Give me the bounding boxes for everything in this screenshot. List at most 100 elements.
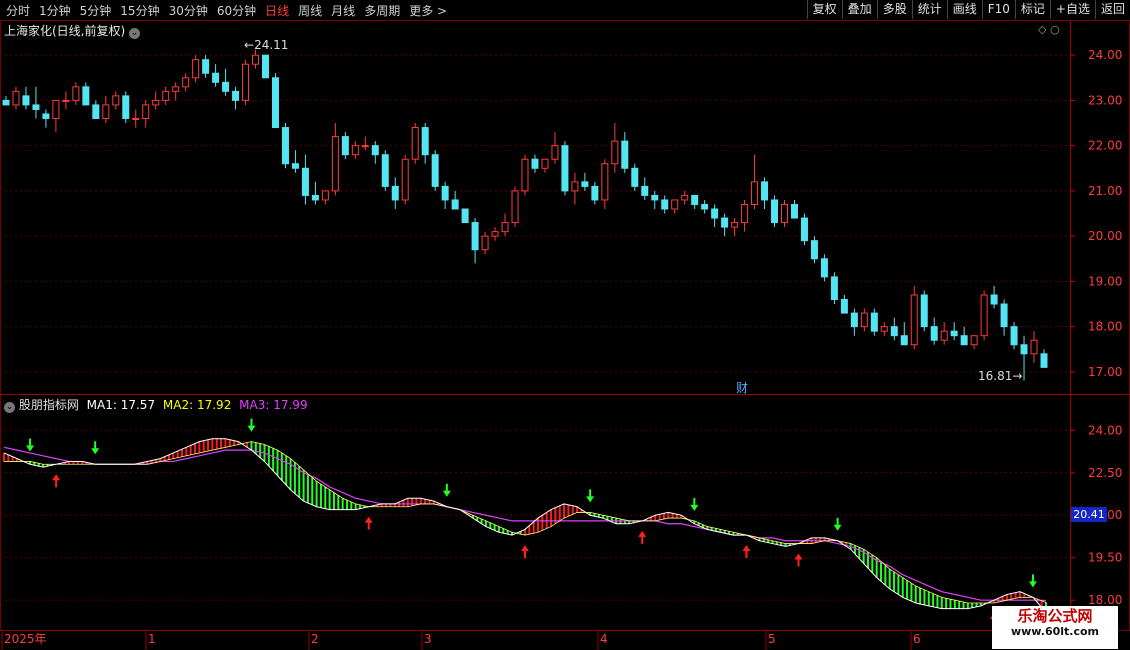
candle-body[interactable] [102,104,110,120]
candle-body[interactable] [331,136,339,192]
candle-body[interactable] [820,258,828,278]
candle-body[interactable] [202,59,210,74]
candle-body[interactable] [771,199,779,224]
candle-body[interactable] [281,127,289,165]
chevron-down-icon[interactable]: ⌄ [4,402,15,413]
candle-body[interactable] [751,181,759,205]
candle-body[interactable] [2,99,10,106]
candle-body[interactable] [461,208,469,224]
candle-body[interactable] [491,231,499,237]
candle-body[interactable] [391,185,399,201]
candle-body[interactable] [92,104,100,120]
candle-body[interactable] [521,158,529,192]
candle-body[interactable] [681,194,689,201]
candle-body[interactable] [501,222,509,233]
candle-body[interactable] [421,127,429,156]
diamond-icon[interactable]: ◇ [1038,23,1046,36]
candle-body[interactable] [990,294,998,305]
candle-body[interactable] [22,95,30,106]
candle-body[interactable] [12,90,20,106]
candle-body[interactable] [980,294,988,337]
candle-body[interactable] [62,99,70,102]
candle-body[interactable] [541,158,549,169]
candle-body[interactable] [810,240,818,260]
candle-body[interactable] [651,194,659,201]
candle-body[interactable] [701,203,709,210]
candle-body[interactable] [671,199,679,210]
candle-body[interactable] [661,199,669,210]
candle-body[interactable] [321,190,329,201]
candle-body[interactable] [1030,339,1038,355]
candle-body[interactable] [52,99,60,120]
panel-controls[interactable]: ◇ ○ [1038,23,1060,36]
candle-body[interactable] [781,203,788,224]
candle-body[interactable] [301,167,309,196]
candle-body[interactable] [172,86,180,92]
candle-body[interactable] [72,86,80,101]
candle-body[interactable] [531,158,539,169]
candle-body[interactable] [970,335,978,346]
candle-body[interactable] [371,145,379,156]
candle-body[interactable] [561,145,569,192]
candle-body[interactable] [591,185,599,201]
candle-body[interactable] [361,145,369,148]
candle-body[interactable] [601,163,609,201]
candle-body[interactable] [641,185,649,196]
candle-body[interactable] [870,312,878,332]
circle-icon[interactable]: ○ [1050,23,1060,36]
candle-body[interactable] [840,299,848,314]
candle-body[interactable] [82,86,90,106]
candle-body[interactable] [940,330,948,341]
candle-body[interactable] [880,326,888,332]
candle-body[interactable] [930,326,938,341]
candle-body[interactable] [122,95,130,119]
candle-body[interactable] [950,330,958,337]
candle-body[interactable] [711,208,719,219]
candle-body[interactable] [860,312,868,328]
chevron-down-icon[interactable]: ⌄ [129,28,141,39]
candle-body[interactable] [242,63,250,101]
candle-body[interactable] [182,77,190,88]
candle-body[interactable] [790,203,798,219]
candle-body[interactable] [271,77,279,129]
candle-body[interactable] [800,217,808,242]
candle-body[interactable] [1020,344,1028,355]
candle-body[interactable] [471,222,479,251]
stock-title[interactable]: 上海家化(日线,前复权) ⌄ [4,22,141,39]
candle-body[interactable] [890,326,898,337]
candle-body[interactable] [631,167,639,187]
candle-body[interactable] [691,194,699,205]
candle-body[interactable] [910,294,918,346]
candle-body[interactable] [441,185,449,201]
candle-body[interactable] [132,118,140,120]
candle-body[interactable] [32,104,40,110]
candle-body[interactable] [222,81,230,92]
candle-body[interactable] [401,158,409,201]
candle-body[interactable] [291,163,299,169]
candle-body[interactable] [42,113,50,119]
candle-body[interactable] [232,90,240,101]
candle-body[interactable] [1010,326,1018,346]
candle-body[interactable] [511,190,519,224]
candle-body[interactable] [252,54,260,65]
candle-body[interactable] [731,222,739,228]
candle-body[interactable] [192,59,200,79]
candle-body[interactable] [761,181,769,201]
candle-body[interactable] [262,54,269,79]
candle-body[interactable] [551,145,559,160]
candle-body[interactable] [351,145,359,156]
candle-body[interactable] [621,140,629,169]
candle-body[interactable] [611,140,619,165]
candle-body[interactable] [900,335,908,346]
candle-body[interactable] [311,194,319,201]
candle-body[interactable] [850,312,858,328]
finance-marker[interactable]: 财 [736,379,748,396]
candle-body[interactable] [112,95,120,106]
candle-body[interactable] [741,203,749,224]
candle-body[interactable] [1040,353,1048,368]
candle-body[interactable] [830,276,838,300]
candle-body[interactable] [152,99,160,106]
kline-chart-area[interactable]: 24.00 23.00 22.00 21.00 20.00 19.00 18.00 17.00… [0,0,1130,650]
candle-body[interactable] [381,154,389,187]
candle-body[interactable] [1000,303,1008,328]
